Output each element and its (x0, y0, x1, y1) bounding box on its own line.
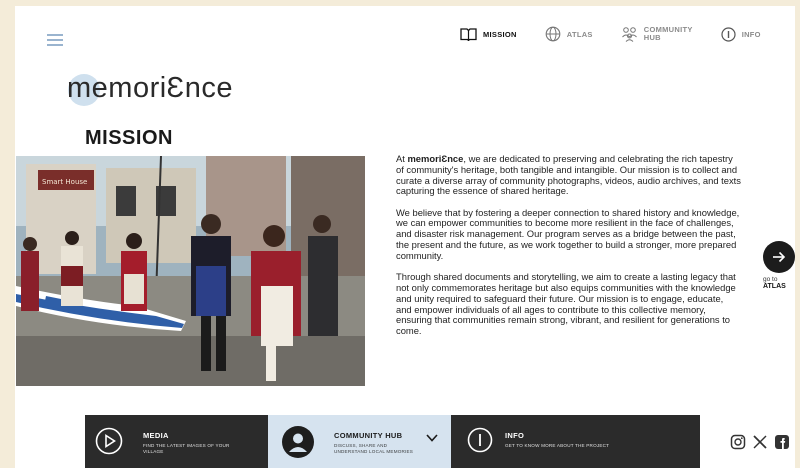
info-subtitle: GET TO KNOW MORE ABOUT THE PROJECT (505, 443, 610, 448)
mission-paragraph-2: We believe that by fostering a deeper co… (396, 206, 740, 261)
info-panel[interactable]: INFO GET TO KNOW MORE ABOUT THE PROJECT (451, 415, 700, 468)
info-title: INFO (505, 431, 525, 440)
nav-info[interactable]: INFO (721, 26, 761, 42)
media-subtitle: FIND THE LATEST IMAGES OF YOUR VILLAGE (143, 443, 230, 454)
globe-icon (545, 26, 561, 42)
page: MISSION ATLAS COMMUNITY HUB INFO memoriƐ… (15, 6, 795, 468)
logo[interactable]: memoriƐnce (67, 68, 233, 108)
media-title: MEDIA (143, 431, 169, 440)
nav-community-hub[interactable]: COMMUNITY HUB (621, 26, 693, 42)
atlas-label: ATLAS (763, 283, 786, 290)
mission-paragraph-3: Through shared documents and storytellin… (396, 271, 736, 337)
mission-paragraph-1: At memoriƐnce, we are dedicated to prese… (396, 153, 741, 197)
social-links (729, 433, 795, 451)
user-avatar-icon (282, 426, 314, 458)
community-hub-title: COMMUNITY HUB (334, 431, 403, 440)
info-circle-icon (467, 427, 493, 453)
facebook-icon[interactable] (773, 433, 791, 451)
mission-text: At memoriƐnce, we are dedicated to prese… (396, 153, 741, 347)
menu-icon[interactable] (47, 34, 63, 46)
nav-mission[interactable]: MISSION (460, 27, 517, 41)
info-icon (721, 26, 736, 42)
x-icon[interactable] (751, 433, 769, 451)
svg-text:Smart House: Smart House (42, 178, 87, 186)
chevron-down-icon[interactable] (425, 433, 439, 443)
logo-text: memoriƐnce (67, 72, 233, 104)
page-title: MISSION (85, 127, 173, 149)
mission-photo: Smart House (16, 156, 365, 386)
instagram-icon[interactable] (729, 433, 747, 451)
arrow-right-icon[interactable] (763, 241, 795, 273)
community-hub-subtitle: DISCUSS, SHARE AND UNDERSTAND LOCAL MEMO… (334, 443, 414, 454)
go-to-label: go to (763, 276, 778, 283)
book-icon (460, 28, 477, 41)
bottom-bar: MEDIA FIND THE LATEST IMAGES OF YOUR VIL… (85, 415, 700, 468)
media-panel[interactable]: MEDIA FIND THE LATEST IMAGES OF YOUR VIL… (85, 415, 268, 468)
nav-atlas[interactable]: ATLAS (545, 26, 593, 42)
top-nav: MISSION ATLAS COMMUNITY HUB INFO (460, 26, 789, 42)
go-to-atlas-button[interactable]: go to ATLAS (763, 241, 799, 291)
community-hub-panel[interactable]: COMMUNITY HUB DISCUSS, SHARE AND UNDERST… (268, 415, 451, 468)
play-icon (95, 427, 123, 455)
people-icon (621, 27, 637, 42)
